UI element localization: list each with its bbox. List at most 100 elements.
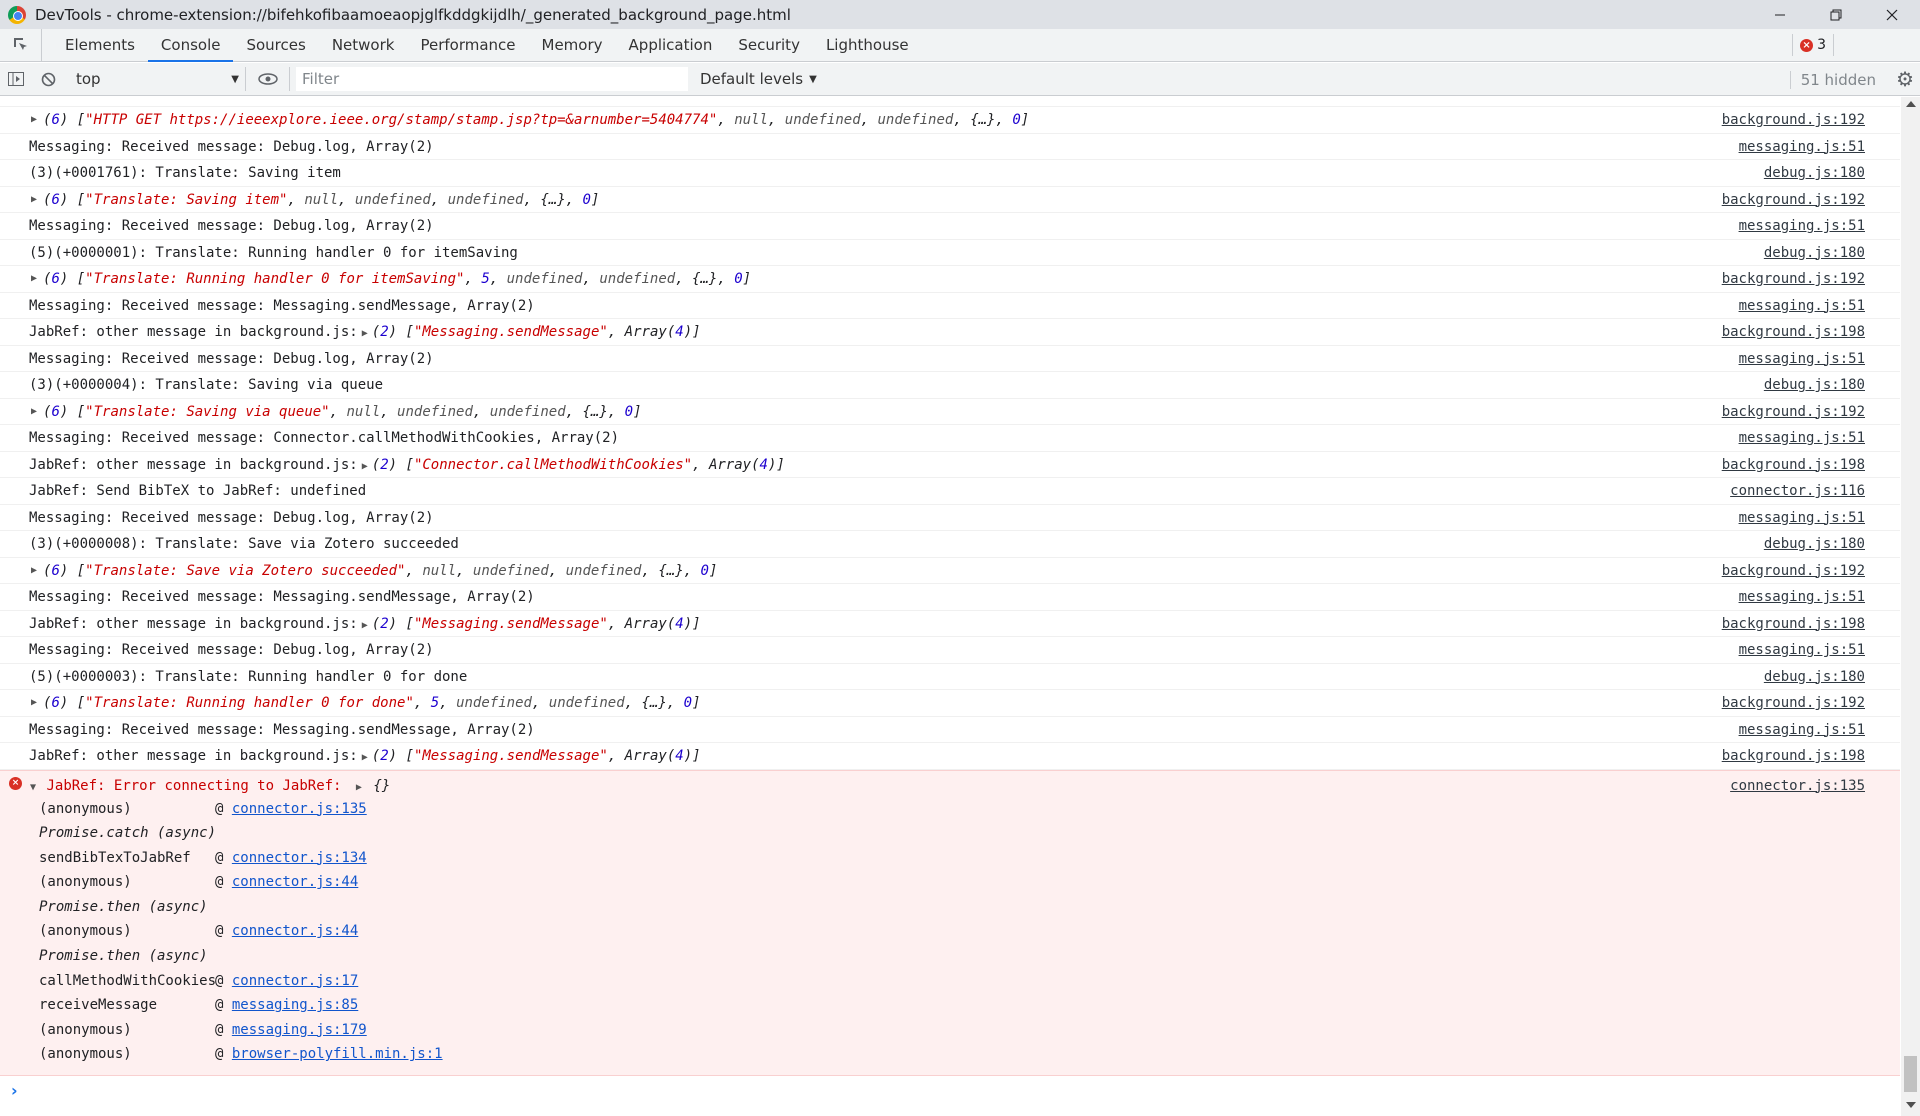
source-link[interactable]: messaging.js:51 xyxy=(1739,213,1865,239)
message-text: Messaging: Received message: Debug.log, … xyxy=(29,509,434,526)
collapse-triangle-icon[interactable]: ▼ xyxy=(30,782,36,793)
message-array[interactable]: (2) ["Messaging.sendMessage", Array(4)] xyxy=(372,616,701,632)
chrome-icon xyxy=(8,5,26,24)
minimize-button[interactable] xyxy=(1752,0,1808,29)
source-link[interactable]: background.js:192 xyxy=(1722,107,1865,133)
expand-triangle-icon[interactable]: ▶ xyxy=(31,107,37,133)
restore-button[interactable] xyxy=(1808,0,1864,29)
expand-triangle-icon[interactable]: ▶ xyxy=(362,461,368,472)
context-value: top xyxy=(76,70,101,88)
error-header[interactable]: ▼ JabRef: Error connecting to JabRef: ▶ … xyxy=(0,775,1900,797)
source-link[interactable]: messaging.js:51 xyxy=(1739,293,1865,319)
console-prompt[interactable]: › xyxy=(0,1076,1900,1106)
source-link[interactable]: messaging.js:51 xyxy=(1739,717,1865,743)
expand-triangle-icon[interactable]: ▶ xyxy=(31,558,37,584)
tab-security[interactable]: Security xyxy=(725,29,813,61)
error-source-link[interactable]: connector.js:135 xyxy=(1730,775,1865,797)
source-link[interactable]: debug.js:180 xyxy=(1764,372,1865,398)
tab-elements[interactable]: Elements xyxy=(52,29,148,61)
source-link[interactable]: debug.js:180 xyxy=(1764,531,1865,557)
source-link[interactable]: background.js:192 xyxy=(1722,187,1865,213)
expand-triangle-icon[interactable]: ▶ xyxy=(31,690,37,716)
error-count: 3 xyxy=(1817,37,1826,53)
source-link[interactable]: background.js:192 xyxy=(1722,399,1865,425)
tab-lighthouse[interactable]: Lighthouse xyxy=(813,29,922,61)
source-link[interactable]: background.js:198 xyxy=(1722,743,1865,769)
clear-console-button[interactable] xyxy=(32,63,64,95)
close-button[interactable] xyxy=(1864,0,1920,29)
tab-console[interactable]: Console xyxy=(147,29,234,62)
scrollbar-thumb[interactable] xyxy=(1904,1056,1917,1092)
message-text[interactable]: (6) ["Translate: Running handler 0 for i… xyxy=(29,266,751,292)
expand-triangle-icon[interactable]: ▶ xyxy=(362,620,368,631)
source-link[interactable]: background.js:192 xyxy=(1722,266,1865,292)
stack-frame: callMethodWithCookies@ connector.js:17 xyxy=(0,969,1900,994)
source-link[interactable]: background.js:198 xyxy=(1722,452,1865,478)
stack-source-link[interactable]: connector.js:44 xyxy=(232,923,358,939)
source-link[interactable]: messaging.js:51 xyxy=(1739,425,1865,451)
message-text: Messaging: Received message: Messaging.s… xyxy=(29,297,535,314)
error-text: JabRef: Error connecting to JabRef: xyxy=(46,777,342,794)
message-text: Messaging: Received message: Debug.log, … xyxy=(29,642,434,658)
source-link[interactable]: background.js:198 xyxy=(1722,319,1865,345)
source-link[interactable]: debug.js:180 xyxy=(1764,160,1865,186)
message-text[interactable]: (6) ["Translate: Running handler 0 for d… xyxy=(29,690,701,716)
source-link[interactable]: messaging.js:51 xyxy=(1739,346,1865,372)
source-link[interactable]: debug.js:180 xyxy=(1764,240,1865,266)
tab-sources[interactable]: Sources xyxy=(233,29,318,61)
console-message: (3)(+0001761): Translate: Saving item deb… xyxy=(0,160,1900,187)
tab-network[interactable]: Network xyxy=(319,29,408,61)
stack-source-link[interactable]: connector.js:17 xyxy=(232,973,358,989)
stack-source-link[interactable]: messaging.js:179 xyxy=(232,1022,367,1038)
message-text[interactable]: (6) ["Translate: Save via Zotero succeed… xyxy=(29,558,717,584)
stack-source-link[interactable]: connector.js:134 xyxy=(232,850,367,866)
filter-input[interactable] xyxy=(296,67,688,91)
source-link[interactable]: connector.js:116 xyxy=(1730,478,1865,504)
console-scrollbar[interactable] xyxy=(1901,97,1920,1116)
tab-performance[interactable]: Performance xyxy=(407,29,528,61)
source-link[interactable]: messaging.js:51 xyxy=(1739,505,1865,531)
expand-triangle-icon[interactable]: ▶ xyxy=(362,328,368,339)
show-sidebar-button[interactable] xyxy=(0,63,32,95)
hidden-messages-count: 51 hidden xyxy=(1789,71,1876,89)
stack-source-link[interactable]: connector.js:135 xyxy=(232,801,367,817)
expand-triangle-icon[interactable]: ▶ xyxy=(31,266,37,292)
message-text: Messaging: Received message: Connector.c… xyxy=(29,430,620,446)
source-link[interactable]: debug.js:180 xyxy=(1764,664,1865,690)
source-link[interactable]: background.js:192 xyxy=(1722,690,1865,716)
dropdown-arrow-icon: ▼ xyxy=(231,73,239,85)
minimize-icon xyxy=(1775,14,1785,15)
expand-triangle-icon[interactable]: ▶ xyxy=(362,752,368,763)
expand-triangle-icon[interactable]: ▶ xyxy=(356,782,362,793)
source-link[interactable]: background.js:192 xyxy=(1722,558,1865,584)
tab-memory[interactable]: Memory xyxy=(529,29,616,61)
dropdown-arrow-icon: ▼ xyxy=(809,73,817,85)
source-link[interactable]: messaging.js:51 xyxy=(1739,134,1865,160)
stack-source-link[interactable]: browser-polyfill.min.js:1 xyxy=(232,1046,443,1062)
inspect-element-button[interactable] xyxy=(0,29,42,61)
live-expression-button[interactable] xyxy=(246,67,290,91)
stack-source-link[interactable]: messaging.js:85 xyxy=(232,997,358,1013)
context-selector[interactable]: top ▼ xyxy=(76,67,246,91)
message-text[interactable]: (6) ["Translate: Saving item", null, und… xyxy=(29,187,599,213)
expand-triangle-icon[interactable]: ▶ xyxy=(31,399,37,425)
source-link[interactable]: messaging.js:51 xyxy=(1739,637,1865,663)
scroll-up-arrow-icon[interactable] xyxy=(1906,101,1916,107)
tab-application[interactable]: Application xyxy=(616,29,726,61)
log-levels-dropdown[interactable]: Default levels ▼ xyxy=(700,70,817,88)
source-link[interactable]: messaging.js:51 xyxy=(1739,584,1865,610)
source-link[interactable]: background.js:198 xyxy=(1722,611,1865,637)
stack-source-link[interactable]: connector.js:44 xyxy=(232,874,358,890)
message-text[interactable]: (6) ["Translate: Saving via queue", null… xyxy=(29,399,642,425)
scroll-down-arrow-icon[interactable] xyxy=(1906,1102,1916,1108)
message-array[interactable]: (2) ["Messaging.sendMessage", Array(4)] xyxy=(372,324,701,340)
console-messages: ▶ (6) ["HTTP GET https://ieeexplore.ieee.… xyxy=(0,97,1900,1109)
message-array[interactable]: (2) ["Connector.callMethodWithCookies", … xyxy=(372,457,785,473)
console-settings-gear-icon[interactable]: ⚙ xyxy=(1896,67,1914,91)
message-text[interactable]: (6) ["HTTP GET https://ieeexplore.ieee.o… xyxy=(29,107,1029,133)
title-bar: DevTools - chrome-extension://bifehkofib… xyxy=(0,0,1920,29)
message-text: Messaging: Received message: Debug.log, … xyxy=(29,350,434,367)
message-array[interactable]: (2) ["Messaging.sendMessage", Array(4)] xyxy=(372,748,701,764)
error-count-badge[interactable]: × 3 xyxy=(1792,34,1834,56)
expand-triangle-icon[interactable]: ▶ xyxy=(31,187,37,213)
